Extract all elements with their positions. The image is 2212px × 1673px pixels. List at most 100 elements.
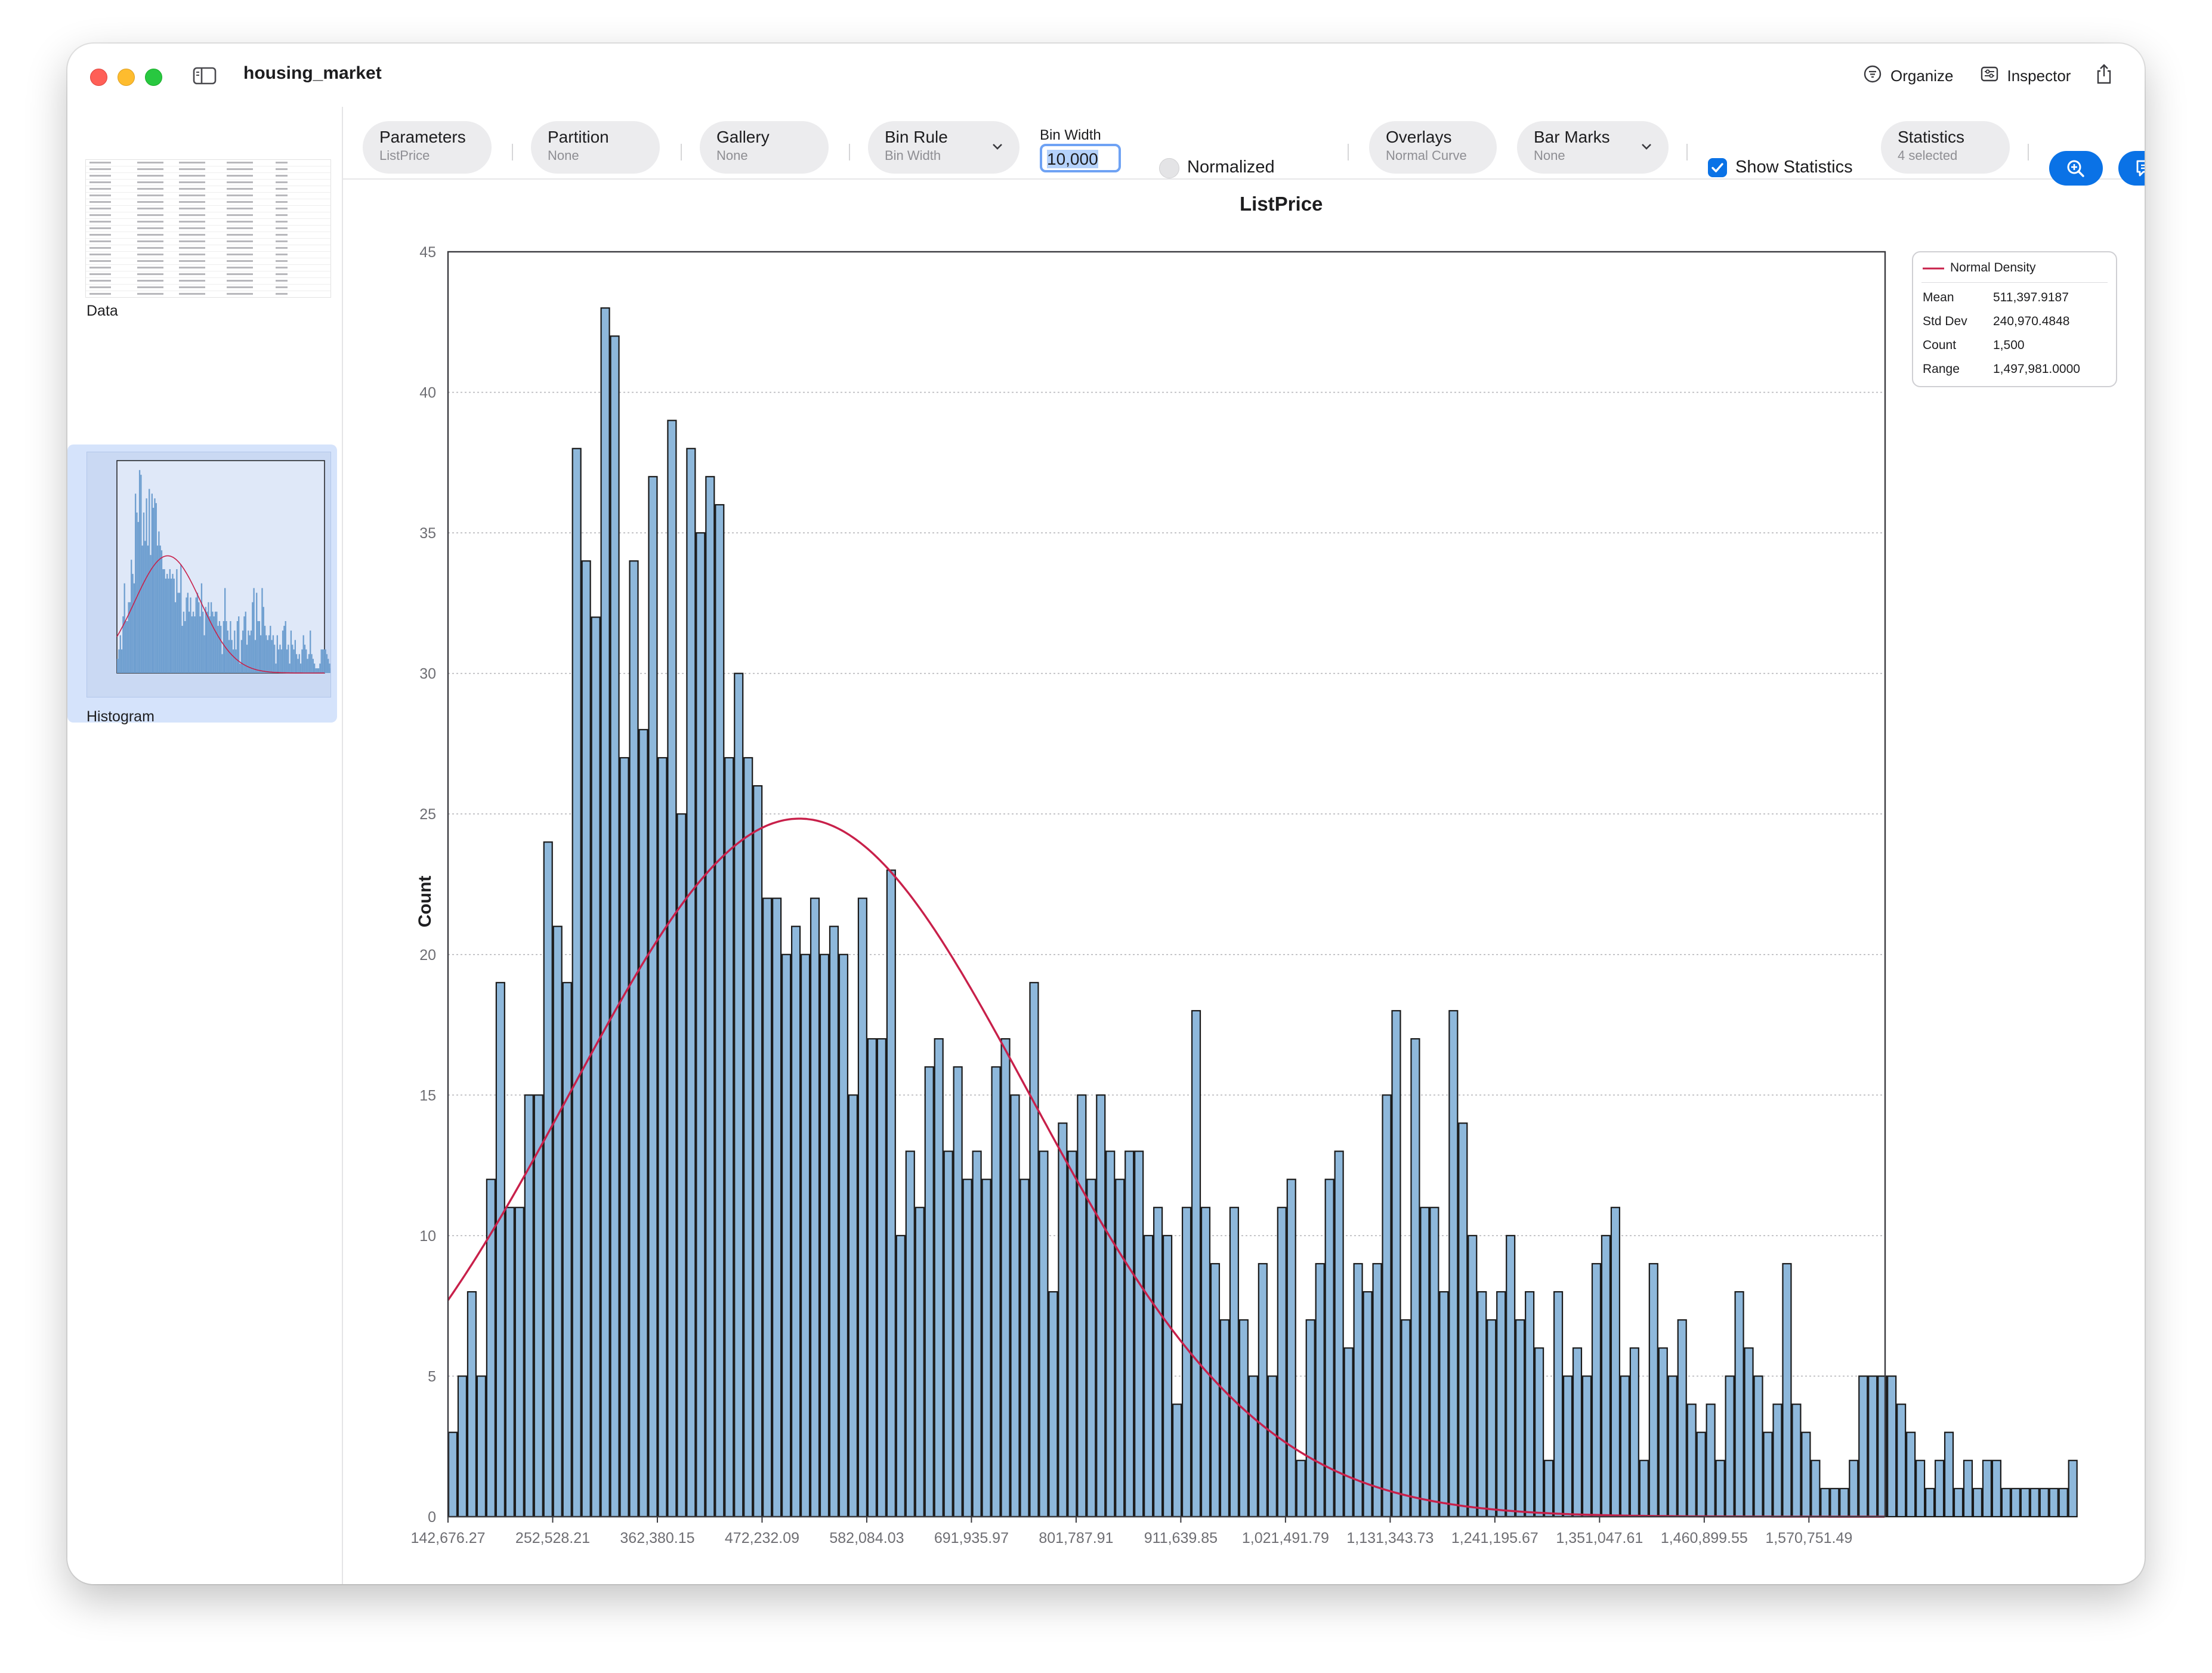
histogram-bar [581, 560, 591, 1518]
histogram-bar [1934, 1459, 1945, 1518]
legend-curve-swatch [1923, 267, 1944, 270]
histogram-bar [1581, 1375, 1592, 1518]
histogram-bar [1706, 1403, 1716, 1518]
histogram-bar [1039, 1150, 1049, 1518]
histogram-bar [1429, 1206, 1439, 1518]
x-tick-label: 252,528.21 [515, 1530, 590, 1547]
histogram-bar [1181, 1206, 1192, 1518]
histogram-bar [514, 1206, 524, 1518]
histogram-bar [533, 1094, 543, 1518]
histogram-bar [1067, 1150, 1077, 1518]
histogram-bar [600, 307, 610, 1518]
histogram-bar [1629, 1347, 1639, 1518]
histogram-bar [1029, 981, 1039, 1518]
histogram-bar [648, 476, 658, 1518]
y-tick-label: 10 [419, 1228, 436, 1245]
x-tick-label: 801,787.91 [1039, 1530, 1113, 1547]
histogram-bar [934, 1038, 944, 1518]
histogram-bar [848, 1094, 858, 1518]
histogram-bar [1267, 1375, 1277, 1518]
histogram-bar [696, 532, 706, 1518]
x-tick-label: 1,241,195.67 [1451, 1530, 1538, 1547]
histogram-chart[interactable]: 0 5 10 15 20 25 30 35 40 45 142,676.27 252,528.21 36… [67, 44, 2145, 1584]
histogram-bar [2058, 1487, 2068, 1518]
histogram-bar [1924, 1487, 1935, 1518]
histogram-bar [1219, 1319, 1230, 1518]
histogram-bar [1477, 1291, 1487, 1518]
histogram-bar [447, 1431, 458, 1518]
histogram-bar [1677, 1319, 1687, 1518]
histogram-bar [734, 672, 744, 1518]
histogram-bar [1658, 1347, 1668, 1518]
histogram-bar [2010, 1487, 2021, 1518]
histogram-bar [1772, 1403, 1782, 1518]
histogram-bar [1791, 1403, 1802, 1518]
histogram-bar [1744, 1347, 1754, 1518]
histogram-bar [705, 476, 715, 1518]
histogram-bar [857, 897, 867, 1518]
histogram-bar [476, 1375, 486, 1518]
histogram-bar [552, 925, 563, 1518]
histogram-bar [619, 757, 629, 1518]
histogram-bar [743, 757, 753, 1518]
histogram-bar [1420, 1206, 1430, 1518]
histogram-bar [1963, 1459, 1973, 1518]
histogram-bar [495, 981, 505, 1518]
histogram-bar [657, 757, 668, 1518]
histogram-bar [2039, 1487, 2049, 1518]
histogram-bar [1191, 1010, 1201, 1518]
histogram-bar [981, 1178, 991, 1518]
histogram-bar [772, 897, 782, 1518]
histogram-bar [1906, 1431, 1916, 1518]
histogram-bar [591, 616, 601, 1518]
x-tick-label: 1,021,491.79 [1242, 1530, 1329, 1547]
histogram-bar [1334, 1150, 1344, 1518]
histogram-bar [467, 1291, 477, 1518]
histogram-bar [1124, 1150, 1135, 1518]
histogram-bar [1849, 1459, 1859, 1518]
histogram-bar [610, 335, 620, 1518]
histogram-bar [1858, 1375, 1868, 1518]
histogram-bar [962, 1178, 972, 1518]
x-tick-label: 472,232.09 [725, 1530, 799, 1547]
histogram-bar [1448, 1010, 1459, 1518]
x-tick-label: 1,570,751.49 [1765, 1530, 1852, 1547]
legend-series-label: Normal Density [1950, 261, 2036, 274]
histogram-bar [1468, 1234, 1478, 1518]
histogram-bar [1458, 1122, 1468, 1518]
histogram-bar [991, 1066, 1001, 1518]
stat-count-value: 1,500 [1993, 338, 2025, 352]
x-tick-label: 1,351,047.61 [1556, 1530, 1643, 1547]
histogram-bar [1048, 1291, 1058, 1518]
histogram-bar [1210, 1263, 1221, 1518]
histogram-bar [1020, 1178, 1030, 1518]
histogram-bar [1525, 1291, 1535, 1518]
histogram-bar [1163, 1234, 1173, 1518]
histogram-bar [1953, 1487, 1964, 1518]
histogram-bar [1811, 1459, 1821, 1518]
x-tick-label: 1,131,343.73 [1346, 1530, 1434, 1547]
histogram-bar [1534, 1347, 1544, 1518]
stat-range-label: Range [1923, 362, 1960, 376]
histogram-bar [1601, 1234, 1611, 1518]
histogram-bar [2068, 1459, 2078, 1518]
histogram-bar [1887, 1375, 1897, 1518]
histogram-bar [781, 953, 792, 1518]
y-tick-label: 0 [428, 1509, 436, 1526]
histogram-bar [1686, 1403, 1697, 1518]
histogram-bar [1010, 1094, 1020, 1518]
histogram-bar [1667, 1375, 1677, 1518]
histogram-bar [2001, 1487, 2011, 1518]
histogram-bar [810, 897, 820, 1518]
histogram-bar [1972, 1487, 1983, 1518]
app-window: housing_market Organize Inspector Data H… [67, 44, 2145, 1584]
histogram-bar [1200, 1206, 1211, 1518]
statistics-legend: Normal Density Mean 511,397.9187 Std Dev… [1912, 251, 2117, 387]
histogram-bar [1830, 1487, 1840, 1518]
y-tick-label: 25 [419, 806, 436, 823]
histogram-bar [1000, 1038, 1011, 1518]
histogram-bar [1153, 1206, 1163, 1518]
histogram-bar [867, 1038, 877, 1518]
stat-std-dev-label: Std Dev [1923, 314, 1967, 328]
histogram-bar [762, 897, 773, 1518]
